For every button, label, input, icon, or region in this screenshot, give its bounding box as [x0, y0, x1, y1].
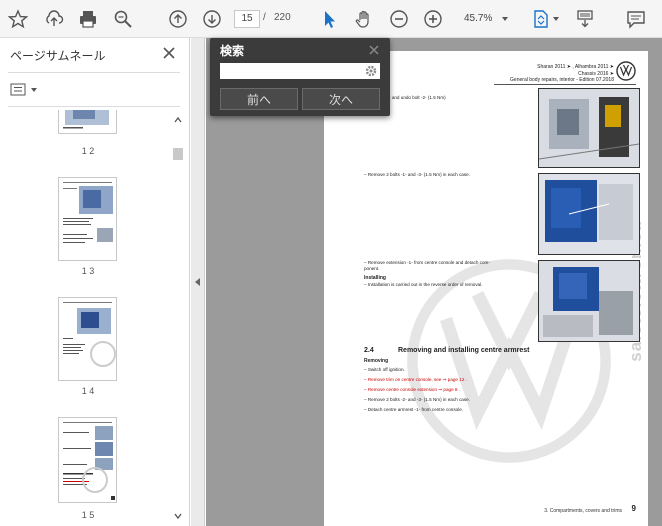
close-sidebar-icon[interactable]	[162, 46, 176, 60]
doc-text-line: – Installation is carried out in the rev…	[364, 282, 483, 287]
upload-icon[interactable]	[43, 8, 65, 30]
thumbnail-options-menu[interactable]	[10, 82, 42, 98]
zoom-search-icon[interactable]	[112, 8, 134, 30]
read-mode-icon[interactable]	[574, 8, 596, 30]
select-cursor-icon[interactable]	[318, 8, 340, 30]
page-thumbnail[interactable]	[58, 110, 117, 134]
page-header-line: General body repairs, interior - Edition…	[510, 77, 614, 83]
doc-step: – Remove 2 bolts -2- and -3- (1.5 Nm) in…	[364, 397, 470, 402]
sidebar-title: ページサムネール	[10, 49, 106, 63]
thumbnail-sidebar: ページサムネール 1 2 1 3 1 4 1 5	[0, 38, 190, 526]
close-search-icon[interactable]	[368, 43, 380, 55]
search-title: 検索	[220, 44, 245, 58]
search-options-gear-icon[interactable]	[364, 64, 378, 78]
figure-photo	[538, 88, 640, 168]
thumbnail-label: 1 2	[81, 146, 95, 156]
search-input[interactable]	[220, 63, 380, 79]
total-pages: 220	[274, 12, 291, 23]
doc-text-line: – Remove 2 bolts -1- and -3- (1.5 Nm) in…	[364, 172, 470, 177]
page-fit-icon[interactable]	[530, 8, 552, 30]
page-footer: 3. Compartments, covers and trims	[544, 508, 622, 514]
section-number: 2.4	[364, 347, 374, 354]
toolbar: 15 / 220 45.7%	[0, 0, 662, 38]
section-title: Removing and installing centre armrest	[398, 347, 530, 354]
doc-subheading: Installing	[364, 275, 386, 281]
sidebar-scrollbar[interactable]	[171, 110, 185, 526]
page-number-input[interactable]: 15	[234, 10, 260, 28]
prev-page-icon[interactable]	[167, 8, 189, 30]
doc-step[interactable]: – Remove centre console extension ⇒ page…	[364, 387, 460, 393]
search-next-button[interactable]: 次へ	[302, 88, 380, 110]
page-fit-dropdown-arrow[interactable]	[553, 17, 559, 21]
hand-tool-icon[interactable]	[353, 8, 375, 30]
thumbnail-label: 1 5	[81, 510, 95, 520]
vw-logo-icon	[616, 61, 636, 81]
doc-step[interactable]: – Remove trim on centre console, see ⇒ p…	[364, 377, 467, 383]
search-prev-button[interactable]: 前へ	[220, 88, 298, 110]
page-thumbnail[interactable]	[58, 177, 117, 261]
search-panel: 検索 前へ 次へ	[210, 38, 390, 116]
doc-step: – Detach centre armrest -1- from centre …	[364, 407, 464, 412]
header-rule	[494, 84, 636, 85]
sidebar-collapse-handle[interactable]	[191, 38, 205, 526]
page-thumbnail[interactable]	[58, 417, 117, 503]
scroll-up-arrow-icon[interactable]	[174, 116, 182, 124]
zoom-out-icon[interactable]	[388, 8, 410, 30]
zoom-in-icon[interactable]	[422, 8, 444, 30]
page-thumbnail[interactable]	[58, 297, 117, 381]
comment-icon[interactable]	[625, 8, 647, 30]
scrollbar-thumb[interactable]	[173, 148, 183, 160]
next-page-icon[interactable]	[201, 8, 223, 30]
page-number: 9	[631, 504, 636, 513]
thumbnail-label: 1 3	[81, 266, 95, 276]
divider	[8, 106, 180, 107]
print-icon[interactable]	[77, 8, 99, 30]
bookmark-star-icon[interactable]	[7, 8, 29, 30]
page-separator: /	[263, 12, 266, 23]
doc-step: – Switch off ignition.	[364, 367, 405, 372]
page-header-line: Sharan 2011 ➤ , Alhambra 2011 ➤	[537, 64, 614, 70]
figure-photo	[538, 260, 640, 342]
doc-subheading: Removing	[364, 358, 389, 364]
thumbnail-label: 1 4	[81, 386, 95, 396]
doc-text-line: ponent.	[364, 266, 380, 271]
scroll-down-arrow-icon[interactable]	[174, 512, 182, 520]
pdf-page: Sharan 2011 ➤ , Alhambra 2011 ➤ Chassis …	[324, 51, 648, 526]
collapse-arrow-icon[interactable]	[195, 278, 200, 286]
zoom-dropdown-arrow[interactable]	[502, 17, 508, 21]
figure-photo	[538, 173, 640, 255]
thumbnail-list: 1 2 1 3 1 4 1 5	[0, 110, 170, 526]
divider	[8, 72, 180, 73]
doc-text-line: – Remove extension -1- from centre conso…	[364, 260, 490, 265]
